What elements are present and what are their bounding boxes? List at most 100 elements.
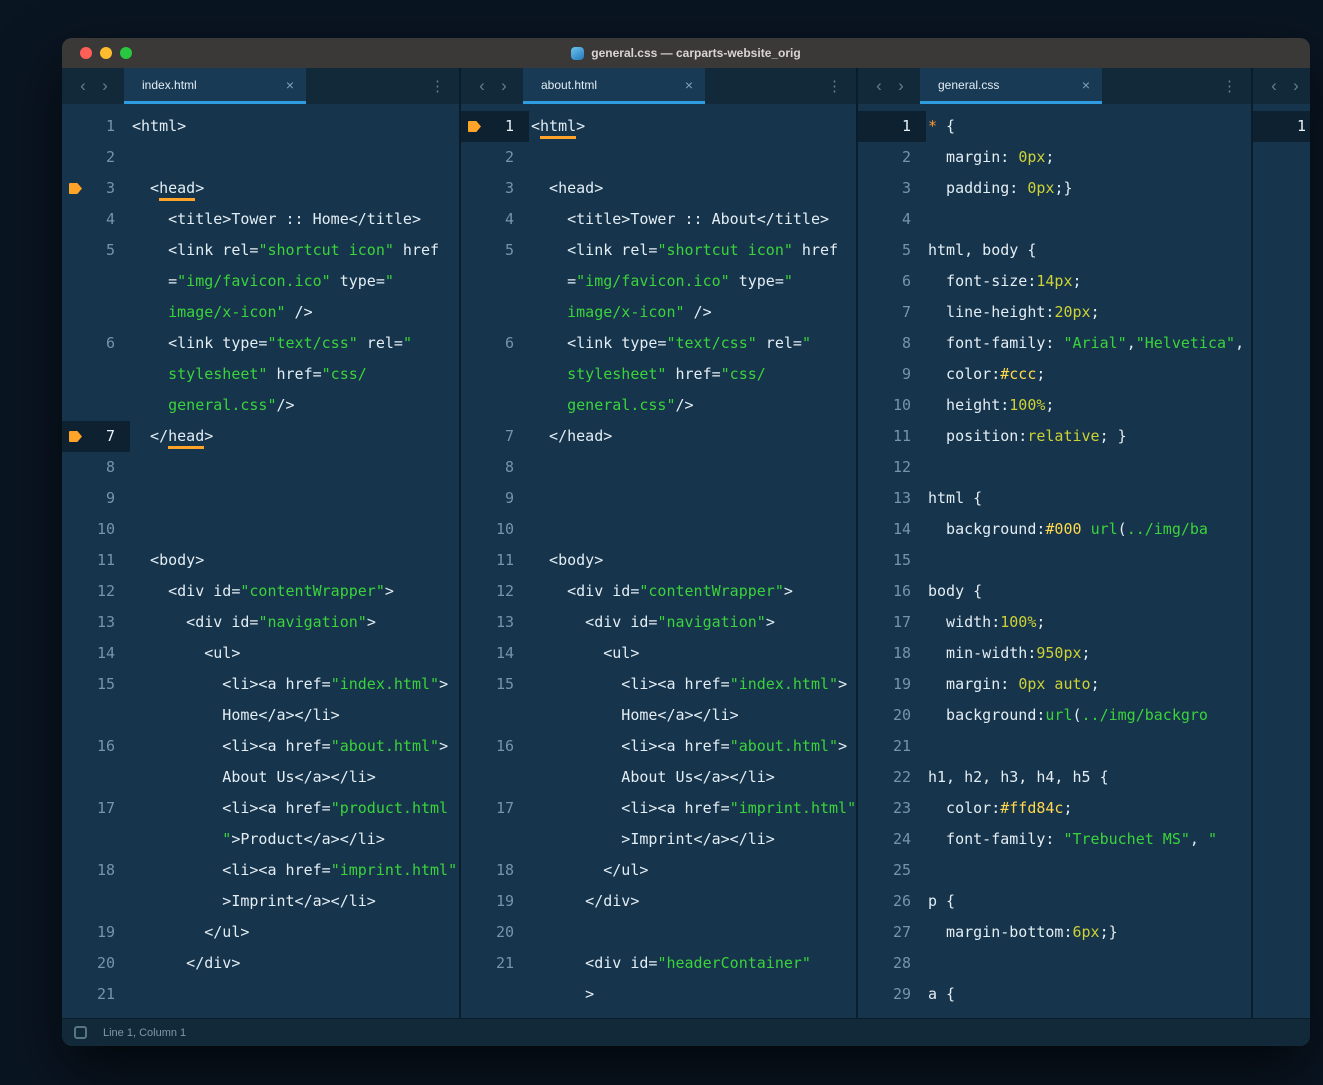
code-token: ; [1036, 613, 1045, 631]
gutter-cell: 16 [62, 731, 130, 762]
tab-general.css[interactable]: general.css× [920, 68, 1102, 104]
gutter-cell: 21 [461, 948, 529, 979]
code-token: 6px [1073, 923, 1100, 941]
code-token: position: [928, 427, 1027, 445]
code-token: " [132, 830, 231, 848]
code-token: > [576, 117, 585, 135]
code-token: head [159, 179, 195, 201]
line-number: 10 [97, 520, 115, 538]
overflow-menu-icon[interactable]: ⋮ [813, 77, 856, 95]
line-number: 12 [893, 458, 911, 476]
code-line: 12 [858, 452, 1251, 483]
history-forward-icon[interactable]: › [1285, 76, 1307, 96]
line-number: 22 [893, 768, 911, 786]
gutter-cell [461, 359, 529, 390]
code-token: general.css" [168, 396, 276, 414]
line-number: 17 [496, 799, 514, 817]
history-forward-icon[interactable]: › [890, 76, 912, 96]
history-forward-icon[interactable]: › [493, 76, 515, 96]
gutter-cell: 23 [858, 793, 926, 824]
code-text: ">Product</a></li> [130, 824, 459, 855]
code-text [926, 948, 1251, 979]
code-line: 15 <li><a href="index.html"> [461, 669, 856, 700]
history-back-icon[interactable]: ‹ [471, 76, 493, 96]
history-back-icon[interactable]: ‹ [72, 76, 94, 96]
gutter-cell: 16 [461, 731, 529, 762]
line-number: 19 [97, 923, 115, 941]
code-text: min-width:950px; [926, 638, 1251, 669]
code-token: " [403, 334, 412, 352]
close-icon[interactable]: × [286, 77, 294, 93]
line-number: 14 [97, 644, 115, 662]
line-number: 14 [893, 520, 911, 538]
code-text: font-family: "Trebuchet MS", " [926, 824, 1251, 855]
code-text: general.css"/> [130, 390, 459, 421]
code-line: 21 [858, 731, 1251, 762]
code-token: ( [1118, 520, 1127, 538]
code-line: 1<html> [62, 111, 459, 142]
line-number: 15 [893, 551, 911, 569]
code-line: 11 <body> [62, 545, 459, 576]
close-icon[interactable]: × [685, 77, 693, 93]
code-token: #ffd84c [1000, 799, 1063, 817]
code-token: >Product</a></li> [231, 830, 385, 848]
code-token: rel= [757, 334, 802, 352]
gutter-cell: 26 [858, 886, 926, 917]
code-text [529, 142, 856, 173]
code-token: "img/favicon.ico" [177, 272, 331, 290]
code-line: 24 font-family: "Trebuchet MS", " [858, 824, 1251, 855]
code-token: background: [928, 706, 1045, 724]
code-text: * { [926, 111, 1251, 142]
tab-index.html[interactable]: index.html× [124, 68, 306, 104]
line-number: 13 [496, 613, 514, 631]
line-number: 1 [505, 117, 514, 135]
code-token: stylesheet" [168, 365, 267, 383]
code-token: > [385, 582, 394, 600]
code-token: <li><a href= [132, 675, 331, 693]
code-token: ; [1063, 799, 1072, 817]
history-back-icon[interactable]: ‹ [868, 76, 890, 96]
code-editor[interactable]: 1<html>23 <head>4 <title>Tower :: About<… [461, 104, 856, 1018]
line-number: 19 [893, 675, 911, 693]
tab-about.html[interactable]: about.html× [523, 68, 705, 104]
tab-strip: ‹› about.html× ⋮ [461, 68, 856, 104]
line-number: 6 [106, 334, 115, 352]
code-token: p { [928, 892, 955, 910]
editor-pane-4: ‹› 1 [1253, 68, 1310, 1018]
code-token: 0px [1018, 148, 1045, 166]
line-number: 19 [496, 892, 514, 910]
code-token: "text/css" [666, 334, 756, 352]
overlay-toggle-icon[interactable] [74, 1026, 87, 1039]
line-number: 3 [902, 179, 911, 197]
history-back-icon[interactable]: ‹ [1263, 76, 1285, 96]
code-token: html { [928, 489, 982, 507]
close-icon[interactable]: × [1082, 77, 1090, 93]
code-line: 8 [62, 452, 459, 483]
overflow-menu-icon[interactable]: ⋮ [416, 77, 459, 95]
gutter-cell: 9 [858, 359, 926, 390]
tab-label: general.css [938, 78, 1082, 92]
code-token [132, 396, 168, 414]
code-text: </head> [529, 421, 856, 452]
line-number: 5 [902, 241, 911, 259]
code-token: <li><a href= [531, 737, 730, 755]
line-number: 10 [496, 520, 514, 538]
cursor-position: Line 1, Column 1 [103, 1027, 186, 1039]
overflow-menu-icon[interactable]: ⋮ [1208, 77, 1251, 95]
code-token: </div> [531, 892, 639, 910]
line-number: 6 [902, 272, 911, 290]
code-editor[interactable]: 1* {2 margin: 0px;3 padding: 0px;}45html… [858, 104, 1251, 1018]
line-number: 18 [97, 861, 115, 879]
title-bar[interactable]: general.css — carparts-website_orig [62, 38, 1310, 68]
code-line: image/x-icon" /> [461, 297, 856, 328]
gutter-cell: 11 [461, 545, 529, 576]
code-text: > [529, 979, 856, 1010]
history-forward-icon[interactable]: › [94, 76, 116, 96]
code-token: type= [730, 272, 784, 290]
code-editor[interactable]: 1<html>23 <head>4 <title>Tower :: Home</… [62, 104, 459, 1018]
code-line: 14 <ul> [62, 638, 459, 669]
gutter-cell: 14 [461, 638, 529, 669]
code-editor[interactable]: 1 [1253, 104, 1310, 1018]
line-number: 27 [893, 923, 911, 941]
code-token: "shortcut icon" [657, 241, 792, 259]
